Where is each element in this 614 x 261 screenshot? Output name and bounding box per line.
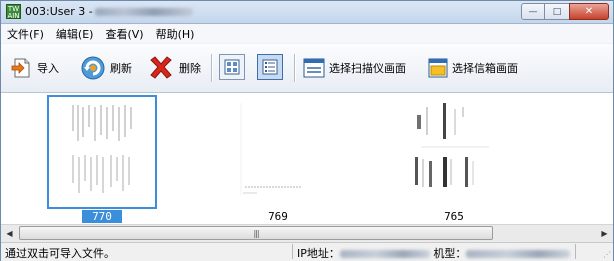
refresh-icon — [81, 56, 105, 80]
close-button[interactable]: ✕ — [569, 3, 609, 20]
main-window: TW AIN 003:User 3 - — □ ✕ 文件(F) 编辑(E) 查看(… — [0, 0, 614, 261]
thumbnail-item[interactable] — [47, 95, 157, 209]
menu-help[interactable]: 帮助(H) — [150, 26, 201, 42]
delete-label: 删除 — [179, 62, 201, 75]
document-preview — [240, 103, 301, 195]
refresh-label: 刷新 — [110, 62, 132, 75]
document-preview — [72, 105, 132, 193]
scrollbar-thumb[interactable]: ||| — [19, 226, 493, 240]
status-divider — [292, 244, 293, 259]
minimize-button[interactable]: — — [521, 3, 545, 20]
resize-grip-icon[interactable]: ⋰ — [603, 250, 611, 259]
thumbnail-item[interactable] — [399, 95, 509, 209]
status-connection-info: IP地址： 机型： — [297, 245, 571, 261]
arrow-right-icon: ▶ — [601, 229, 608, 238]
model-label: 机型： — [433, 247, 467, 260]
redacted-title-text — [94, 8, 193, 16]
horizontal-scrollbar[interactable]: ◀ ||| ▶ — [1, 224, 613, 242]
import-button[interactable]: 导入 — [11, 44, 59, 92]
menu-view[interactable]: 查看(V) — [99, 26, 149, 42]
refresh-button[interactable]: 刷新 — [80, 44, 132, 92]
maximize-button[interactable]: □ — [545, 3, 569, 20]
title-bar[interactable]: TW AIN 003:User 3 - — □ ✕ — [1, 1, 613, 24]
grid-view-icon — [224, 59, 240, 75]
import-label: 导入 — [37, 62, 59, 75]
thumbnail-label: 770 — [82, 210, 122, 223]
scanner-window-icon — [303, 58, 325, 78]
menu-bar: 文件(F) 编辑(E) 查看(V) 帮助(H) — [1, 24, 613, 43]
close-icon: ✕ — [584, 6, 594, 17]
app-icon: TW AIN — [6, 4, 21, 20]
maximize-icon: □ — [552, 6, 562, 17]
grip-icon: ||| — [253, 228, 259, 238]
window-controls: — □ ✕ — [521, 3, 609, 20]
menu-file[interactable]: 文件(F) — [1, 26, 50, 42]
status-divider — [575, 244, 576, 259]
minimize-icon: — — [528, 6, 538, 17]
redacted-model-name — [466, 250, 571, 258]
scroll-left-button[interactable]: ◀ — [1, 225, 18, 242]
mailbox-window-icon — [428, 58, 448, 78]
scroll-right-button[interactable]: ▶ — [596, 225, 613, 242]
list-view-button[interactable] — [257, 54, 283, 80]
select-mailbox-button[interactable]: 选择信箱画面 — [428, 44, 518, 92]
toolbar-separator — [294, 54, 296, 82]
thumbnail-area: 770 769 765 — [1, 93, 613, 224]
select-scanner-label: 选择扫描仪画面 — [329, 62, 406, 75]
redacted-ip-address — [339, 250, 430, 258]
window-title-text: 003:User 3 - — [25, 5, 93, 18]
select-mailbox-label: 选择信箱画面 — [452, 62, 518, 75]
status-bar: 通过双击可导入文件。 IP地址： 机型： ⋰ — [1, 242, 613, 261]
import-icon — [11, 58, 30, 78]
delete-button[interactable]: 删除 — [147, 44, 201, 92]
toolbar-separator — [211, 54, 213, 82]
document-preview — [415, 103, 489, 187]
thumbnail-label: 765 — [444, 210, 464, 223]
select-scanner-button[interactable]: 选择扫描仪画面 — [303, 44, 406, 92]
toolbar: 导入 刷新 删除 选择扫描仪画面 选择信箱画面 — [1, 44, 613, 93]
thumbnail-label: 769 — [268, 210, 288, 223]
menu-edit[interactable]: 编辑(E) — [50, 26, 100, 42]
arrow-left-icon: ◀ — [6, 229, 13, 238]
thumbnail-view-button[interactable] — [219, 54, 245, 80]
delete-icon — [150, 56, 172, 79]
window-title: 003:User 3 - — [25, 5, 193, 18]
thumbnail-item[interactable] — [223, 95, 333, 209]
list-view-icon — [262, 59, 278, 75]
ip-address-label: IP地址： — [297, 247, 340, 260]
status-hint: 通过双击可导入文件。 — [5, 247, 115, 260]
